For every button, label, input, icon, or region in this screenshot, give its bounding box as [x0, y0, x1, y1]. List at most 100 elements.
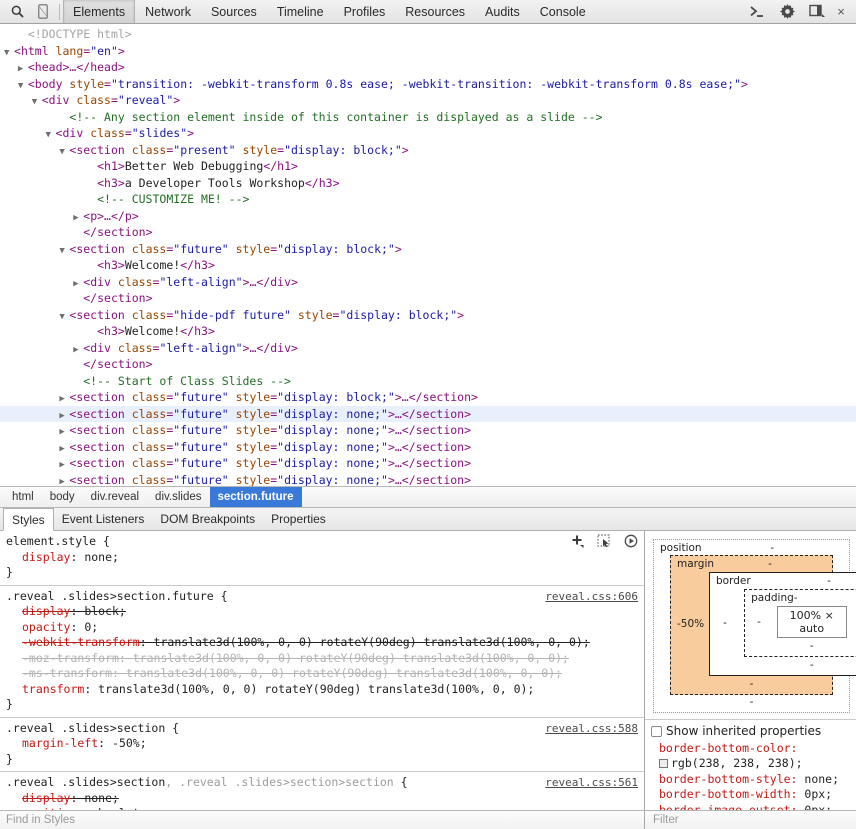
dom-node[interactable]: ▼ <body style="transition: -webkit-transf… [0, 76, 856, 93]
css-declaration[interactable]: display: none; [0, 550, 644, 566]
tab-sources[interactable]: Sources [201, 0, 267, 23]
css-property-value[interactable]: : block; [70, 604, 125, 618]
tab-timeline[interactable]: Timeline [267, 0, 334, 23]
css-declaration[interactable]: display: none; [0, 791, 644, 807]
css-property-name[interactable]: -ms-transform [22, 666, 112, 680]
dom-node[interactable]: ▶ <p>…</p> [0, 208, 856, 225]
margin-top-value[interactable]: - [768, 558, 772, 570]
color-swatch-icon[interactable] [659, 759, 668, 768]
sidebar-tab-properties[interactable]: Properties [263, 508, 334, 530]
dom-node[interactable]: <!-- Start of Class Slides --> [0, 373, 856, 390]
css-declaration[interactable]: -moz-transform: translate3d(100%, 0, 0) … [0, 651, 644, 667]
tab-audits[interactable]: Audits [475, 0, 530, 23]
show-inherited-row[interactable]: Show inherited properties [651, 724, 852, 740]
dom-node[interactable]: ▼ <div class="slides"> [0, 125, 856, 142]
find-in-styles-input[interactable]: Find in Styles [0, 811, 645, 829]
element-state-icon[interactable] [595, 533, 613, 549]
tab-elements[interactable]: Elements [63, 0, 136, 23]
rule-selector-unmatched[interactable]: , .reveal .slides>section>section [165, 775, 393, 789]
css-property-value[interactable]: : -50%; [98, 736, 146, 750]
breadcrumb-item-section-future[interactable]: section.future [209, 487, 302, 507]
box-model-content[interactable]: 100% × auto [776, 606, 847, 638]
dom-node[interactable]: </section> [0, 224, 856, 241]
dom-node[interactable]: ▼ <section class="future" style="display:… [0, 241, 856, 258]
box-model-padding[interactable]: padding - - 100% × auto - [744, 589, 856, 657]
css-declaration[interactable]: transform: translate3d(100%, 0, 0) rotat… [0, 682, 644, 698]
inherited-name[interactable]: border-bottom-color: [659, 741, 797, 755]
rule-selector-row[interactable]: .reveal .slides>section, .reveal .slides… [0, 775, 644, 791]
breadcrumb-item-div-slides[interactable]: div.slides [147, 487, 209, 507]
padding-left-value[interactable]: - [751, 616, 767, 628]
filter-input[interactable]: Filter [645, 811, 856, 829]
inherited-name[interactable]: border-bottom-style: [659, 772, 797, 786]
css-property-value[interactable]: : translate3d(100%, 0, 0) rotateY(90deg)… [119, 651, 569, 665]
css-property-value[interactable]: : none; [70, 791, 118, 805]
dock-side-icon[interactable] [802, 1, 832, 23]
console-drawer-icon[interactable] [742, 1, 772, 23]
css-declaration[interactable]: -ms-transform: translate3d(100%, 0, 0) r… [0, 666, 644, 682]
dom-node[interactable]: <h1>Better Web Debugging</h1> [0, 158, 856, 175]
css-declaration[interactable]: display: block; [0, 604, 644, 620]
inherited-name[interactable]: border-bottom-width: [659, 787, 797, 801]
dom-node[interactable]: ▶ <section class="future" style="display:… [0, 455, 856, 472]
dom-node[interactable]: ▶ <div class="left-align">…</div> [0, 274, 856, 291]
dom-node[interactable]: ▼ <div class="reveal"> [0, 92, 856, 109]
css-property-value[interactable]: : 0; [70, 620, 98, 634]
css-declaration[interactable]: -webkit-transform: translate3d(100%, 0, … [0, 635, 644, 651]
tab-network[interactable]: Network [135, 0, 201, 23]
breadcrumb-item-body[interactable]: body [42, 487, 83, 507]
box-model-margin[interactable]: margin - -50% border - - padding - - 100… [670, 555, 856, 695]
tab-resources[interactable]: Resources [395, 0, 475, 23]
style-rule[interactable]: .reveal .slides>section {reveal.css:588 m… [0, 718, 644, 772]
box-model-position[interactable]: position - margin - -50% border - - padd… [653, 539, 856, 713]
inherited-name[interactable]: border-image-outset: [659, 803, 797, 811]
close-icon[interactable]: × [832, 4, 850, 19]
dom-node[interactable]: ▶ <section class="future" style="display:… [0, 472, 856, 487]
inherited-value[interactable]: 0px; [797, 803, 832, 811]
sidebar-tab-event-listeners[interactable]: Event Listeners [54, 508, 153, 530]
rule-selector[interactable]: .reveal .slides>section.future [6, 589, 214, 603]
inherited-property[interactable]: border-bottom-color: [651, 741, 852, 757]
breadcrumb-item-html[interactable]: html [4, 487, 42, 507]
dom-node[interactable]: ▶ <section class="future" style="display:… [0, 422, 856, 439]
twisty-collapsed-icon[interactable]: ▶ [59, 474, 69, 487]
css-property-name[interactable]: display [22, 550, 70, 564]
margin-bottom-value[interactable]: - [677, 678, 826, 690]
dom-node[interactable]: ▼ <html lang="en"> [0, 43, 856, 60]
style-rule[interactable]: .reveal .slides>section.future {reveal.c… [0, 586, 644, 718]
position-bottom-value[interactable]: - [660, 696, 843, 708]
css-property-name[interactable]: display [22, 604, 70, 618]
dom-node[interactable]: ▶ <section class="future" style="display:… [0, 389, 856, 406]
dom-node[interactable]: <h3>a Developer Tools Workshop</h3> [0, 175, 856, 192]
css-property-name[interactable]: -moz-transform [22, 651, 119, 665]
rule-selector[interactable]: .reveal .slides>section [6, 775, 165, 789]
toggle-filter-icon[interactable] [622, 533, 640, 549]
rule-source-link[interactable]: reveal.css:606 [545, 589, 638, 605]
rule-selector-row[interactable]: .reveal .slides>section {reveal.css:588 [0, 721, 644, 737]
css-property-value[interactable]: : translate3d(100%, 0, 0) rotateY(90deg)… [84, 682, 534, 696]
css-property-name[interactable]: margin-left [22, 736, 98, 750]
inherited-property[interactable]: border-bottom-style: none; [651, 772, 852, 788]
inherited-property[interactable]: border-bottom-width: 0px; [651, 787, 852, 803]
dom-node[interactable]: <!-- CUSTOMIZE ME! --> [0, 191, 856, 208]
dom-node[interactable]: ▶ <head>…</head> [0, 59, 856, 76]
styles-rule-list[interactable]: element.style {display: none;} .reveal .s… [0, 531, 644, 810]
css-property-value[interactable]: : none; [70, 550, 118, 564]
css-declaration[interactable]: margin-left: -50%; [0, 736, 644, 752]
style-rule[interactable]: element.style {display: none;} [0, 531, 644, 586]
box-model-diagram[interactable]: position - margin - -50% border - - padd… [645, 531, 856, 720]
inherited-property[interactable]: rgb(238, 238, 238); [651, 756, 852, 772]
dom-node[interactable]: ▶ <div class="left-align">…</div> [0, 340, 856, 357]
inherited-value[interactable]: none; [797, 772, 839, 786]
dom-node[interactable]: </section> [0, 356, 856, 373]
dom-node[interactable]: <h3>Welcome!</h3> [0, 323, 856, 340]
padding-top-value[interactable]: - [794, 592, 798, 604]
margin-left-value[interactable]: -50% [677, 618, 704, 630]
css-property-value[interactable]: : translate3d(100%, 0, 0) rotateY(90deg)… [112, 666, 562, 680]
dom-node[interactable]: ▶ <section class="future" style="display:… [0, 405, 856, 422]
inherited-value[interactable]: rgb(238, 238, 238); [671, 756, 803, 770]
gear-icon[interactable] [772, 1, 802, 23]
position-top-value[interactable]: - [770, 542, 774, 554]
css-property-name[interactable]: position [22, 806, 77, 810]
dom-node[interactable]: ▼ <section class="present" style="display… [0, 142, 856, 159]
